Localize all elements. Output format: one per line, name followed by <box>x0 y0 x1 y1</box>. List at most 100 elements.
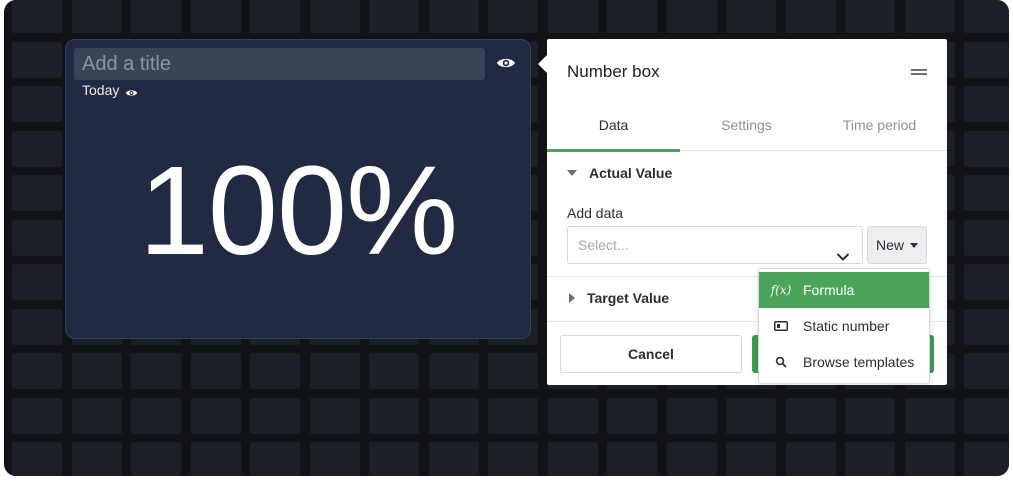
grid-cell <box>488 0 538 33</box>
drag-handle-icon[interactable] <box>911 69 927 75</box>
grid-cell <box>12 398 62 434</box>
grid-cell <box>12 86 62 122</box>
search-icon <box>773 354 789 370</box>
new-data-button[interactable]: New <box>867 226 927 264</box>
grid-cell <box>310 398 360 434</box>
grid-cell <box>191 0 241 33</box>
grid-cell <box>429 353 479 389</box>
grid-cell <box>964 353 1009 389</box>
collapse-triangle-icon <box>567 170 577 176</box>
grid-cell <box>548 0 598 33</box>
grid-cell <box>964 264 1009 300</box>
menu-item-label: Browse templates <box>803 354 915 370</box>
grid-cell <box>369 398 419 434</box>
grid-cell <box>131 398 181 434</box>
formula-icon: f(x) <box>770 283 792 297</box>
grid-cell <box>488 398 538 434</box>
grid-cell <box>845 398 895 434</box>
grid-cell <box>726 398 776 434</box>
grid-cell <box>250 442 300 476</box>
grid-cell <box>964 42 1009 78</box>
actual-value-heading: Actual Value <box>589 165 673 181</box>
panel-pointer <box>538 55 547 73</box>
target-value-heading: Target Value <box>587 290 670 306</box>
target-value-section-header[interactable]: Target Value <box>567 290 669 306</box>
grid-cell <box>131 442 181 476</box>
cancel-button[interactable]: Cancel <box>560 335 742 373</box>
grid-cell <box>310 0 360 33</box>
grid-cell <box>964 309 1009 345</box>
grid-cell <box>12 309 62 345</box>
grid-cell <box>964 442 1009 476</box>
period-visibility-eye-icon[interactable] <box>125 85 138 96</box>
grid-cell <box>786 398 836 434</box>
grid-cell <box>369 353 419 389</box>
grid-cell <box>488 442 538 476</box>
number-box-widget[interactable]: Today 100% <box>65 39 531 339</box>
grid-cell <box>429 442 479 476</box>
time-period-label: Today <box>82 82 138 98</box>
grid-cell <box>12 220 62 256</box>
grid-cell <box>191 442 241 476</box>
select-placeholder: Select... <box>578 237 629 253</box>
title-visibility-eye-icon[interactable] <box>496 55 516 71</box>
grid-cell <box>726 0 776 33</box>
new-button-label: New <box>875 237 904 253</box>
grid-cell <box>964 220 1009 256</box>
grid-cell <box>429 0 479 33</box>
grid-cell <box>667 442 717 476</box>
grid-cell <box>72 353 122 389</box>
grid-cell <box>72 442 122 476</box>
grid-cell <box>548 442 598 476</box>
period-text: Today <box>82 82 120 98</box>
grid-cell <box>72 0 122 33</box>
grid-cell <box>250 0 300 33</box>
grid-cell <box>429 398 479 434</box>
actual-value-section-header[interactable]: Actual Value <box>567 165 672 181</box>
grid-cell <box>12 175 62 211</box>
add-data-label: Add data <box>567 205 624 221</box>
number-box-icon <box>773 318 789 334</box>
grid-cell <box>12 42 62 78</box>
grid-cell <box>667 0 717 33</box>
grid-cell <box>12 264 62 300</box>
tab-time-period[interactable]: Time period <box>813 109 946 151</box>
grid-cell <box>964 0 1009 33</box>
grid-cell <box>488 353 538 389</box>
menu-item-label: Formula <box>803 282 855 298</box>
grid-cell <box>72 398 122 434</box>
grid-cell <box>726 442 776 476</box>
widget-title-input[interactable] <box>74 48 485 80</box>
menu-item-label: Static number <box>803 318 890 334</box>
grid-cell <box>905 398 955 434</box>
grid-cell <box>786 442 836 476</box>
grid-cell <box>964 398 1009 434</box>
grid-cell <box>250 353 300 389</box>
panel-title: Number box <box>567 62 660 81</box>
menu-item-static-number[interactable]: Static number <box>759 308 929 344</box>
grid-cell <box>845 442 895 476</box>
grid-cell <box>369 442 419 476</box>
grid-cell <box>250 398 300 434</box>
grid-cell <box>310 442 360 476</box>
grid-cell <box>905 442 955 476</box>
grid-cell <box>548 398 598 434</box>
grid-cell <box>607 442 657 476</box>
expand-triangle-icon <box>569 293 575 303</box>
grid-cell <box>667 398 717 434</box>
grid-cell <box>369 0 419 33</box>
grid-cell <box>131 353 181 389</box>
menu-item-formula[interactable]: f(x) Formula <box>759 272 929 308</box>
grid-cell <box>964 86 1009 122</box>
tab-data[interactable]: Data <box>547 109 680 152</box>
grid-cell <box>12 442 62 476</box>
data-source-select[interactable]: Select... <box>567 226 863 264</box>
grid-cell <box>964 175 1009 211</box>
menu-item-browse-templates[interactable]: Browse templates <box>759 344 929 380</box>
grid-cell <box>12 131 62 167</box>
grid-cell <box>131 0 181 33</box>
tab-settings[interactable]: Settings <box>680 109 813 151</box>
grid-cell <box>191 353 241 389</box>
grid-cell <box>786 0 836 33</box>
grid-cell <box>964 131 1009 167</box>
